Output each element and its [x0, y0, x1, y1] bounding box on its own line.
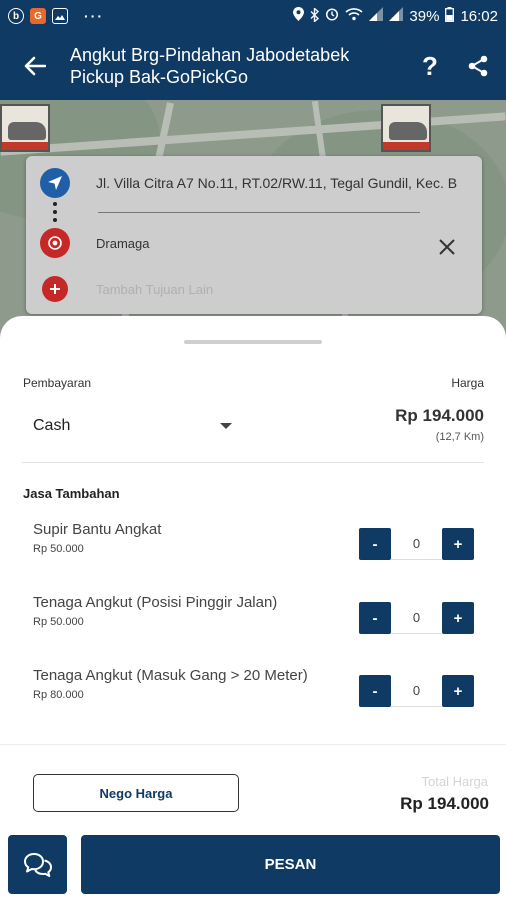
add-destination-placeholder: Tambah Tujuan Lain: [96, 281, 214, 297]
wifi-icon: [345, 7, 363, 25]
extra-service-price: Rp 50.000: [33, 616, 84, 628]
caret-down-icon: [220, 423, 232, 429]
help-button[interactable]: ?: [406, 32, 454, 100]
decrease-button[interactable]: -: [359, 602, 391, 634]
orange-app-icon: G: [30, 8, 46, 24]
extra-service-name: Supir Bantu Angkat: [33, 521, 162, 538]
route-separator: [98, 212, 420, 213]
close-icon: [439, 239, 455, 255]
price-value: Rp 194.000: [395, 406, 484, 425]
chat-bubbles-icon: [23, 852, 52, 877]
quantity-stepper: - 0 +: [359, 602, 474, 634]
plus-circle-icon: [42, 276, 68, 302]
increase-button[interactable]: +: [442, 602, 474, 634]
navigation-arrow-icon: [40, 168, 70, 198]
payment-method-select[interactable]: Cash: [24, 408, 242, 444]
destination-pin-icon: [40, 228, 70, 258]
quantity-value[interactable]: 0: [391, 528, 442, 560]
origin-address: Jl. Villa Citra A7 No.11, RT.02/RW.11, T…: [96, 175, 458, 191]
order-button[interactable]: PESAN: [81, 835, 500, 894]
quantity-value[interactable]: 0: [391, 675, 442, 707]
distance-value: (12,7 Km): [435, 431, 484, 443]
route-card: Jl. Villa Citra A7 No.11, RT.02/RW.11, T…: [26, 156, 482, 314]
bluetooth-icon: [310, 6, 320, 25]
total-price-value: Rp 194.000: [400, 794, 489, 813]
page-title: Angkut Brg-Pindahan Jabodetabek Pickup B…: [70, 44, 406, 88]
title-line-1: Angkut Brg-Pindahan Jabodetabek: [70, 45, 350, 65]
quantity-value[interactable]: 0: [391, 602, 442, 634]
share-button[interactable]: [454, 32, 502, 100]
clear-destination-button[interactable]: [432, 232, 462, 262]
battery-icon: [445, 6, 455, 26]
destination-address: Dramaga: [96, 235, 150, 251]
quantity-stepper: - 0 +: [359, 675, 474, 707]
back-button[interactable]: [0, 32, 70, 100]
signal-icon: [369, 7, 384, 25]
nego-price-button[interactable]: Nego Harga: [33, 774, 239, 812]
status-bar: b G ··· 39% 16:02: [0, 0, 506, 32]
alarm-icon: [325, 7, 339, 25]
chat-button[interactable]: [8, 835, 67, 894]
share-icon: [468, 55, 488, 77]
sheet-drag-handle[interactable]: [184, 340, 322, 344]
extras-title: Jasa Tambahan: [23, 486, 120, 501]
order-footer: Nego Harga Total Harga Rp 194.000 PESAN: [0, 744, 506, 900]
vehicle-thumbnail: [381, 104, 431, 152]
price-label: Harga: [451, 376, 484, 390]
b-circle-icon: b: [8, 8, 24, 24]
extra-service-price: Rp 50.000: [33, 543, 84, 555]
payment-label: Pembayaran: [23, 376, 92, 390]
route-dots: [53, 202, 57, 226]
help-icon: ?: [422, 50, 438, 81]
add-destination-row[interactable]: Tambah Tujuan Lain: [26, 276, 482, 302]
increase-button[interactable]: +: [442, 675, 474, 707]
quantity-stepper: - 0 +: [359, 528, 474, 560]
extra-service-name: Tenaga Angkut (Posisi Pinggir Jalan): [33, 594, 278, 611]
back-arrow-icon: [24, 56, 46, 76]
origin-row[interactable]: Jl. Villa Citra A7 No.11, RT.02/RW.11, T…: [26, 168, 482, 198]
location-icon: [293, 7, 305, 25]
payment-method-value: Cash: [33, 417, 71, 434]
vehicle-thumbnail: [0, 104, 50, 152]
clock-time: 16:02: [460, 7, 498, 25]
extra-service-name: Tenaga Angkut (Masuk Gang > 20 Meter): [33, 667, 308, 684]
image-icon: [52, 8, 68, 24]
more-notifications-indicator: ···: [84, 8, 104, 24]
increase-button[interactable]: +: [442, 528, 474, 560]
total-price-label: Total Harga: [421, 774, 488, 789]
battery-percent: 39%: [409, 7, 440, 25]
divider: [22, 462, 484, 463]
destination-row[interactable]: Dramaga: [26, 228, 482, 258]
decrease-button[interactable]: -: [359, 675, 391, 707]
signal-icon: [389, 7, 404, 25]
extra-service-price: Rp 80.000: [33, 689, 84, 701]
app-bar: Angkut Brg-Pindahan Jabodetabek Pickup B…: [0, 32, 506, 100]
decrease-button[interactable]: -: [359, 528, 391, 560]
title-line-2: Pickup Bak-GoPickGo: [70, 67, 249, 87]
